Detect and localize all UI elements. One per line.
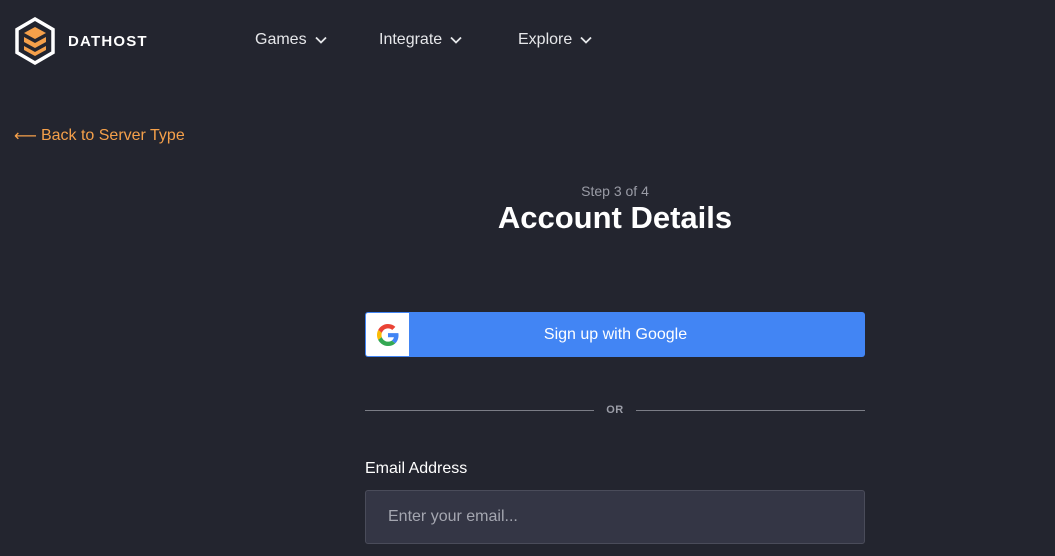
divider-text: OR [606,404,624,416]
chevron-down-icon [314,36,327,44]
divider-line-right [635,409,865,411]
divider-line-left [365,409,595,411]
signup-page: DATHOST Games Integrate Explore ⟵ Back t… [0,0,1055,556]
google-signup-button[interactable]: Sign up with Google [365,312,865,357]
page-title: Account Details [497,200,733,235]
chevron-down-icon [450,36,462,44]
dathost-logo-icon [15,17,55,65]
email-field[interactable] [365,490,865,544]
nav-explore-label: Explore [518,31,573,48]
brand-name: DATHOST [68,32,148,50]
nav-integrate[interactable]: Integrate [379,31,462,49]
step-indicator: Step 3 of 4 [581,183,649,199]
back-link-label: Back to Server Type [40,127,185,144]
google-icon [366,313,409,356]
arrow-left-icon: ⟵ [14,128,37,145]
chevron-down-icon [580,36,592,44]
nav-games-label: Games [255,31,307,48]
or-divider: OR [365,400,865,420]
nav-integrate-label: Integrate [379,31,443,48]
nav-games[interactable]: Games [255,31,327,49]
dathost-logo[interactable]: DATHOST [14,17,148,65]
nav-explore[interactable]: Explore [518,31,592,49]
email-label: Email Address [365,460,468,477]
back-to-server-type-link[interactable]: ⟵ Back to Server Type [14,126,185,146]
google-signup-label: Sign up with Google [543,325,688,343]
